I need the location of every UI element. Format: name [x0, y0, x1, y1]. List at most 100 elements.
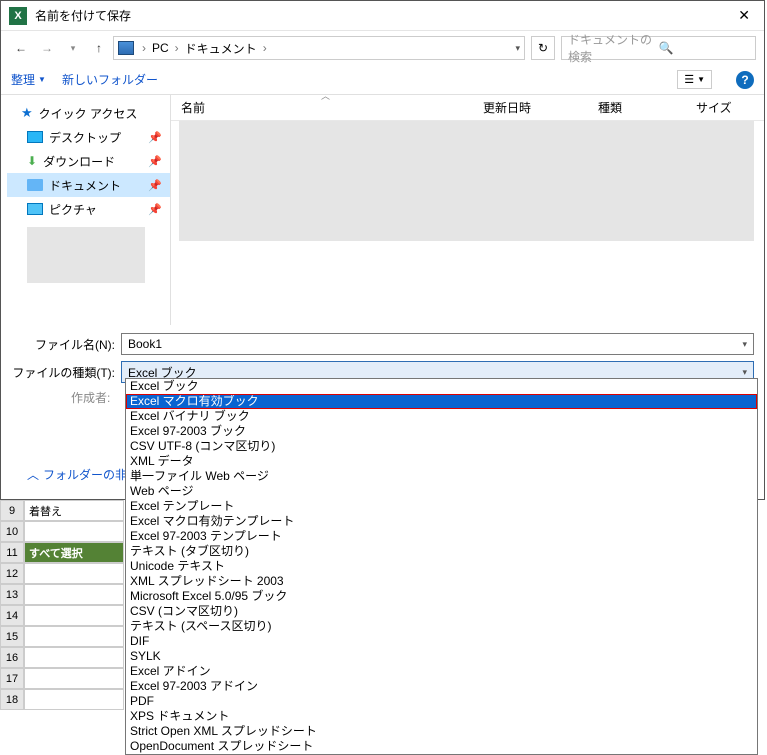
up-button[interactable]: ↑	[87, 36, 111, 60]
pin-icon: 📌	[148, 155, 162, 168]
row-header[interactable]: 13	[0, 584, 24, 605]
documents-icon	[27, 179, 43, 191]
filetype-option[interactable]: CSV (コンマ区切り)	[126, 604, 757, 619]
nav-bar: ← → ▾ ↑ › PC › ドキュメント › ▾ ↻ ドキュメントの検索 🔍	[1, 31, 764, 65]
filetype-option[interactable]: DIF	[126, 634, 757, 649]
column-size[interactable]: サイズ	[686, 99, 764, 116]
cell[interactable]	[24, 605, 124, 626]
cell[interactable]	[24, 563, 124, 584]
chevron-right-icon[interactable]: ›	[140, 41, 148, 55]
address-bar[interactable]: › PC › ドキュメント › ▾	[113, 36, 525, 60]
pc-icon	[118, 41, 134, 55]
filetype-option[interactable]: Strict Open XML スプレッドシート	[126, 724, 757, 739]
filetype-option[interactable]: Excel マクロ有効テンプレート	[126, 514, 757, 529]
forward-button[interactable]: →	[35, 36, 59, 60]
new-folder-button[interactable]: 新しいフォルダー	[62, 71, 158, 88]
excel-icon: X	[9, 7, 27, 25]
cell[interactable]	[24, 521, 124, 542]
column-type[interactable]: 種類	[588, 99, 686, 116]
row-header[interactable]: 17	[0, 668, 24, 689]
chevron-right-icon[interactable]: ›	[261, 41, 269, 55]
filetype-option[interactable]: Web ページ	[126, 484, 757, 499]
filetype-option[interactable]: 単一ファイル Web ページ	[126, 469, 757, 484]
pin-icon: 📌	[148, 179, 162, 192]
close-button[interactable]: ✕	[732, 5, 756, 26]
sidebar-item-desktop[interactable]: デスクトップ 📌	[7, 125, 170, 149]
cell[interactable]	[24, 626, 124, 647]
file-list: ︿ 名前 更新日時 種類 サイズ	[171, 95, 764, 325]
filetype-option[interactable]: OpenDocument スプレッドシート	[126, 739, 757, 754]
row-header[interactable]: 10	[0, 521, 24, 542]
crumb-pc[interactable]: PC	[148, 41, 173, 55]
filetype-option[interactable]: Excel ブック	[126, 379, 757, 394]
row-header[interactable]: 16	[0, 647, 24, 668]
download-icon: ⬇	[27, 154, 37, 168]
filetype-option[interactable]: CSV UTF-8 (コンマ区切り)	[126, 439, 757, 454]
cell[interactable]	[24, 647, 124, 668]
chevron-down-icon[interactable]: ▾	[742, 367, 747, 378]
address-dropdown-icon[interactable]: ▾	[515, 43, 520, 54]
search-placeholder: ドキュメントの検索	[568, 31, 659, 65]
help-button[interactable]: ?	[736, 71, 754, 89]
filetype-option[interactable]: XML データ	[126, 454, 757, 469]
cell[interactable]: 着替え	[24, 500, 124, 521]
filetype-option[interactable]: Excel 97-2003 アドイン	[126, 679, 757, 694]
search-input[interactable]: ドキュメントの検索 🔍	[561, 36, 756, 60]
column-date[interactable]: 更新日時	[473, 99, 588, 116]
filetype-option[interactable]: Excel 97-2003 テンプレート	[126, 529, 757, 544]
cell[interactable]	[24, 689, 124, 710]
filetype-option[interactable]: Excel 97-2003 ブック	[126, 424, 757, 439]
sidebar-item-documents[interactable]: ドキュメント 📌	[7, 173, 170, 197]
sidebar-item-quick-access[interactable]: ★ クイック アクセス	[7, 101, 170, 125]
pin-icon: 📌	[148, 203, 162, 216]
filetype-option[interactable]: Excel テンプレート	[126, 499, 757, 514]
row-header[interactable]: 12	[0, 563, 24, 584]
row-header[interactable]: 9	[0, 500, 24, 521]
filetype-option[interactable]: Excel アドイン	[126, 664, 757, 679]
pin-icon: 📌	[148, 131, 162, 144]
filetype-label: ファイルの種類(T):	[11, 364, 121, 381]
crumb-documents[interactable]: ドキュメント	[181, 40, 261, 57]
filetype-dropdown[interactable]: Excel ブックExcel マクロ有効ブックExcel バイナリ ブックExc…	[125, 378, 758, 755]
author-label: 作成者:	[71, 389, 110, 406]
file-list-body[interactable]	[179, 121, 754, 241]
filetype-option[interactable]: Excel バイナリ ブック	[126, 409, 757, 424]
row-header[interactable]: 15	[0, 626, 24, 647]
toolbar: 整理▼ 新しいフォルダー ☰▼ ?	[1, 65, 764, 95]
chevron-up-icon: ︿	[27, 466, 39, 483]
filetype-option[interactable]: XPS ドキュメント	[126, 709, 757, 724]
cell-select-all[interactable]: すべて選択	[24, 542, 124, 563]
filename-input[interactable]: Book1 ▾	[121, 333, 754, 355]
filetype-option[interactable]: SYLK	[126, 649, 757, 664]
sidebar-item-downloads[interactable]: ⬇ ダウンロード 📌	[7, 149, 170, 173]
sort-indicator-icon: ︿	[321, 89, 330, 102]
filename-label: ファイル名(N):	[11, 336, 121, 353]
filetype-option[interactable]: テキスト (タブ区切り)	[126, 544, 757, 559]
filetype-option[interactable]: Unicode テキスト	[126, 559, 757, 574]
titlebar: X 名前を付けて保存 ✕	[1, 1, 764, 31]
filetype-option[interactable]: PDF	[126, 694, 757, 709]
organize-menu[interactable]: 整理▼	[11, 71, 46, 88]
chevron-down-icon[interactable]: ▾	[742, 339, 747, 350]
search-icon: 🔍	[659, 41, 750, 55]
desktop-icon	[27, 131, 43, 143]
view-options-button[interactable]: ☰▼	[677, 70, 712, 89]
sidebar-item-pictures[interactable]: ピクチャ 📌	[7, 197, 170, 221]
dialog-title: 名前を付けて保存	[35, 7, 732, 24]
refresh-button[interactable]: ↻	[531, 36, 555, 60]
row-header[interactable]: 11	[0, 542, 24, 563]
chevron-right-icon[interactable]: ›	[173, 41, 181, 55]
row-header[interactable]: 14	[0, 605, 24, 626]
filetype-option[interactable]: XML スプレッドシート 2003	[126, 574, 757, 589]
filetype-option[interactable]: テキスト (スペース区切り)	[126, 619, 757, 634]
back-button[interactable]: ←	[9, 36, 33, 60]
cell[interactable]	[24, 584, 124, 605]
preview-pane	[27, 227, 145, 283]
sidebar: ★ クイック アクセス デスクトップ 📌 ⬇ ダウンロード 📌 ドキュメント 📌	[1, 95, 171, 325]
filetype-option[interactable]: Microsoft Excel 5.0/95 ブック	[126, 589, 757, 604]
filetype-option[interactable]: Excel マクロ有効ブック	[126, 394, 757, 409]
star-icon: ★	[21, 105, 33, 121]
recent-dropdown[interactable]: ▾	[61, 36, 85, 60]
row-header[interactable]: 18	[0, 689, 24, 710]
cell[interactable]	[24, 668, 124, 689]
